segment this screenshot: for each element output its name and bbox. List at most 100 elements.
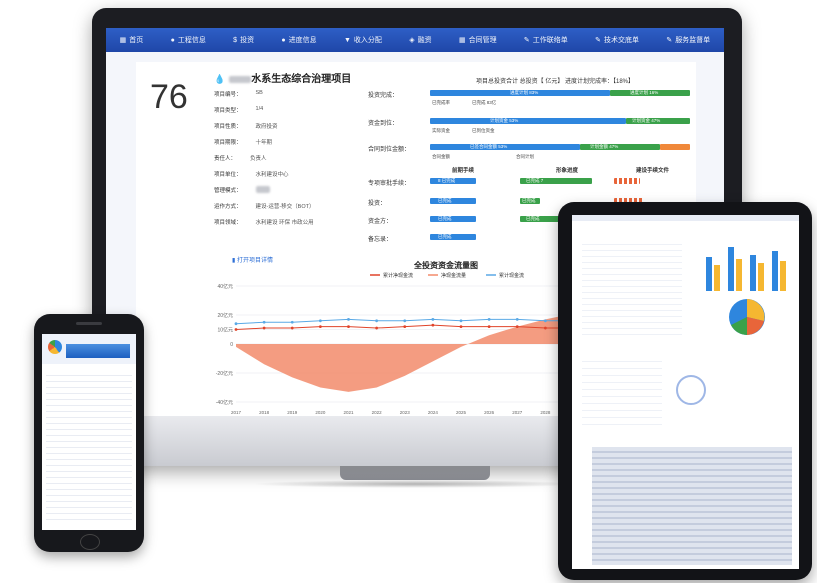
field-row: 项目性质： 政府投资 [214, 124, 278, 130]
y-tick-label: -20亿元 [216, 370, 233, 377]
x-tick-label: 2018 [259, 410, 270, 415]
series-point [543, 326, 547, 330]
progress-bar-plan: 计划资金 53% [430, 118, 626, 124]
tablet-list [582, 355, 662, 425]
phone-table [46, 370, 132, 524]
item-bar: 已完成 [520, 216, 560, 222]
chart-icon: ◈ [409, 37, 415, 44]
series-point [290, 320, 294, 324]
project-score: 76 [150, 78, 188, 116]
field-row: 项目类型： 1/4 [214, 106, 264, 114]
nav-item-contract[interactable]: ▦ 合同管理 [459, 35, 497, 45]
column-header: 形象进度 [556, 168, 579, 174]
grid-icon: ▦ [458, 37, 466, 44]
field-row: 项目单位： 水利建设中心 [214, 172, 289, 178]
legend-label: 累计现金流 [499, 272, 524, 279]
series-point [403, 319, 407, 323]
x-tick-label: 2027 [512, 410, 523, 415]
tablet-table [582, 239, 682, 339]
phone-screen [42, 334, 136, 530]
field-row: 运作方式： 建设-运营-移交（BOT） [214, 204, 315, 210]
tablet-pie-chart [729, 299, 765, 335]
progress-bar-done: 计划资金 47% [626, 118, 690, 124]
filter-icon: ▼ [343, 36, 351, 44]
project-title: 💧 水系生态综合治理项目 [214, 74, 352, 85]
x-tick-label: 2021 [343, 410, 354, 415]
series-point [459, 319, 463, 323]
nav-item-home[interactable]: ▦ 首页 [120, 35, 144, 45]
nav-item-service[interactable]: ✎ 服务监督单 [666, 35, 710, 45]
progress-bar-plan: 进度计划 83% [430, 90, 610, 96]
series-point [318, 319, 322, 323]
series-point [375, 319, 379, 323]
series-point [234, 322, 238, 326]
item-stripes [614, 178, 640, 184]
pencil-icon: ✎ [666, 37, 673, 44]
series-point [234, 328, 238, 331]
y-tick-label: -40亿元 [216, 399, 233, 406]
column-header: 建设手续文件 [636, 168, 670, 174]
item-label: 资金方： [368, 219, 393, 225]
x-tick-label: 2028 [540, 410, 551, 415]
tablet-gantt [592, 447, 792, 565]
tablet-header [572, 215, 799, 221]
phone-home-button [80, 534, 100, 550]
monitor-stand [340, 466, 490, 480]
series-point [347, 317, 350, 321]
progress-sub: 合同金额 [432, 154, 450, 159]
progress-sub: 已完成率 [432, 100, 450, 105]
item-bar: 已完成 [430, 198, 476, 204]
x-tick-label: 2019 [287, 410, 298, 415]
series-point [487, 317, 491, 321]
field-row: 项目期限： 十年期 [214, 140, 273, 146]
nav-item-income[interactable]: ▼ 收入分配 [344, 35, 382, 45]
redacted-name [229, 75, 252, 83]
y-tick-label: 20亿元 [217, 312, 233, 319]
x-tick-label: 2020 [315, 410, 326, 415]
column-header: 前期手续 [452, 168, 475, 174]
drop-icon: ● [170, 36, 175, 44]
dollar-icon: $ [233, 36, 238, 44]
tablet-bar-chart [706, 247, 786, 291]
item-bar: 已完成 7 [520, 178, 592, 184]
nav-item-progress[interactable]: ● 进度信息 [281, 35, 316, 45]
phone-speaker [76, 322, 102, 325]
item-label: 专项审批手续： [368, 181, 411, 187]
view-details-button[interactable]: ▮ 打开项目详情 [232, 255, 273, 264]
nav-item-tech[interactable]: ✎ 技术交底单 [595, 35, 639, 45]
progress-bar-plan: 已签合同金额 53% [430, 144, 580, 150]
legend-label: 净现金流量 [441, 272, 466, 279]
series-point [318, 325, 322, 328]
x-tick-label: 2025 [456, 410, 467, 415]
x-tick-label: 2026 [484, 410, 495, 415]
phone-area-chart [66, 344, 130, 358]
y-tick-label: 0 [230, 342, 233, 348]
grid-icon: ▦ [119, 37, 127, 44]
tablet-screen [572, 215, 799, 569]
item-bar: 8 已完成 [430, 178, 476, 184]
item-bar: 已完成 [520, 198, 540, 204]
nav-item-investment[interactable]: $ 投资 [233, 35, 254, 45]
series-point [375, 326, 379, 330]
nav-item-engineering[interactable]: ● 工程信息 [171, 35, 206, 45]
item-label: 投资： [368, 201, 387, 207]
item-bar: 已完成 [430, 216, 476, 222]
x-tick-label: 2022 [372, 410, 383, 415]
item-bar: 已完成 [430, 234, 476, 240]
series-point [262, 326, 266, 330]
series-point [515, 317, 519, 321]
series-point [262, 320, 266, 324]
nav-item-finance[interactable]: ◈ 融资 [409, 35, 431, 45]
x-tick-label: 2023 [400, 410, 411, 415]
series-point [290, 326, 294, 330]
y-tick-label: 40亿元 [217, 283, 233, 290]
progress-bar-remaining [660, 144, 690, 150]
progress-sub: 实际资金 [432, 128, 450, 133]
progress-bar-done: 计划金额 47% [580, 144, 660, 150]
pdca-circle [676, 375, 706, 405]
nav-item-work-contact[interactable]: ✎ 工作联络单 [524, 35, 568, 45]
series-point [487, 325, 491, 328]
series-point [515, 325, 519, 328]
y-tick-label: 10亿元 [217, 327, 233, 334]
progress-label: 资金到位： [368, 121, 399, 127]
